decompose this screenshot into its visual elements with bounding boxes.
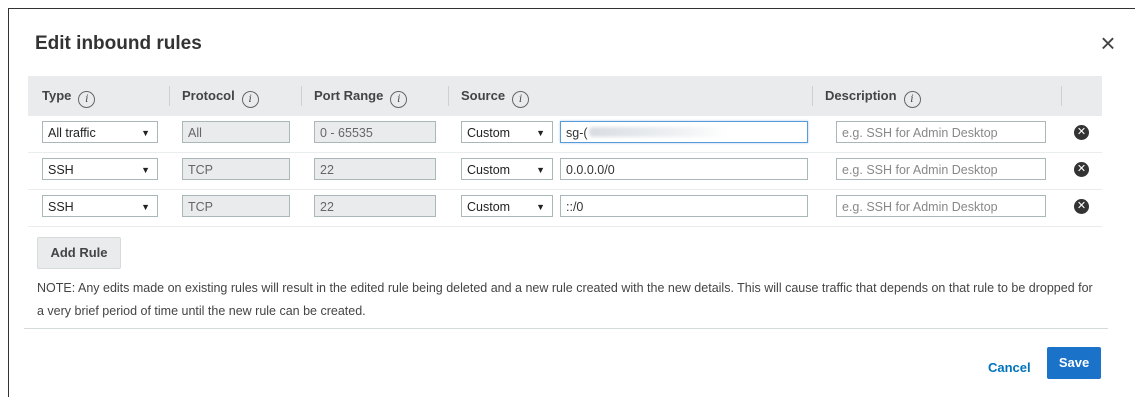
edit-warning-note: NOTE: Any edits made on existing rules w… bbox=[37, 281, 1093, 318]
add-rule-button[interactable]: Add Rule bbox=[37, 237, 121, 269]
source-type-value: Custom bbox=[467, 200, 511, 214]
column-divider bbox=[448, 86, 449, 106]
column-divider bbox=[812, 86, 813, 106]
close-icon[interactable]: × bbox=[1097, 30, 1119, 56]
type-select[interactable]: SSH ▼ bbox=[42, 158, 158, 180]
port-range-field: 22 bbox=[314, 158, 436, 180]
column-source-label: Source bbox=[461, 88, 506, 103]
remove-rule-icon[interactable]: ✕ bbox=[1074, 125, 1089, 140]
protocol-field: TCP bbox=[182, 158, 290, 180]
info-icon[interactable]: i bbox=[241, 91, 259, 108]
source-type-value: Custom bbox=[467, 126, 511, 140]
dialog-title: Edit inbound rules bbox=[35, 33, 202, 54]
rule-row: SSH ▼ TCP 22 Custom ▼ ::/0 e.g. SSH for … bbox=[28, 190, 1102, 227]
source-type-select[interactable]: Custom ▼ bbox=[461, 195, 553, 217]
table-header: Type i Protocol i Port Range i Source i Desc… bbox=[28, 76, 1102, 116]
rules-table: Type i Protocol i Port Range i Source i Desc… bbox=[28, 76, 1102, 227]
rule-row: SSH ▼ TCP 22 Custom ▼ 0.0.0.0/0 e.g. SSH… bbox=[28, 153, 1102, 190]
chevron-down-icon: ▼ bbox=[141, 128, 150, 138]
rule-row: All traffic ▼ All 0 - 65535 Custom ▼ sg-… bbox=[28, 116, 1102, 153]
source-input[interactable]: ::/0 bbox=[560, 195, 808, 217]
info-icon[interactable]: i bbox=[78, 91, 96, 108]
column-protocol-label: Protocol bbox=[182, 88, 235, 103]
info-icon[interactable]: i bbox=[390, 91, 408, 108]
column-type-label: Type bbox=[42, 88, 72, 103]
protocol-field: TCP bbox=[182, 195, 290, 217]
chevron-down-icon: ▼ bbox=[536, 165, 545, 175]
info-icon[interactable]: i bbox=[903, 91, 921, 108]
column-type: Type i bbox=[42, 76, 96, 116]
column-port-range-label: Port Range bbox=[314, 88, 384, 103]
source-type-value: Custom bbox=[467, 163, 511, 177]
description-input[interactable]: e.g. SSH for Admin Desktop bbox=[836, 195, 1046, 217]
port-range-field: 0 - 65535 bbox=[314, 121, 436, 143]
remove-rule-icon[interactable]: ✕ bbox=[1074, 162, 1089, 177]
column-description: Description i bbox=[825, 76, 921, 116]
column-port-range: Port Range i bbox=[314, 76, 408, 116]
protocol-field: All bbox=[182, 121, 290, 143]
chevron-down-icon: ▼ bbox=[141, 165, 150, 175]
remove-rule-icon[interactable]: ✕ bbox=[1074, 199, 1089, 214]
type-select[interactable]: All traffic ▼ bbox=[42, 121, 158, 143]
description-input[interactable]: e.g. SSH for Admin Desktop bbox=[836, 121, 1046, 143]
redacted-region bbox=[589, 127, 729, 137]
info-icon[interactable]: i bbox=[512, 91, 530, 108]
source-input-value: sg-( bbox=[566, 126, 588, 140]
column-description-label: Description bbox=[825, 88, 897, 103]
cancel-button[interactable]: Cancel bbox=[988, 360, 1031, 375]
type-select-value: SSH bbox=[48, 200, 74, 214]
column-divider bbox=[1061, 86, 1062, 106]
footer-divider bbox=[24, 328, 1108, 329]
source-input[interactable]: sg-( bbox=[560, 121, 808, 143]
column-source: Source i bbox=[461, 76, 530, 116]
source-type-select[interactable]: Custom ▼ bbox=[461, 121, 553, 143]
source-input[interactable]: 0.0.0.0/0 bbox=[560, 158, 808, 180]
type-select[interactable]: SSH ▼ bbox=[42, 195, 158, 217]
port-range-field: 22 bbox=[314, 195, 436, 217]
description-input[interactable]: e.g. SSH for Admin Desktop bbox=[836, 158, 1046, 180]
type-select-value: SSH bbox=[48, 163, 74, 177]
save-button[interactable]: Save bbox=[1047, 347, 1101, 379]
chevron-down-icon: ▼ bbox=[141, 202, 150, 212]
column-divider bbox=[301, 86, 302, 106]
column-divider bbox=[169, 86, 170, 106]
type-select-value: All traffic bbox=[48, 126, 96, 140]
chevron-down-icon: ▼ bbox=[536, 128, 545, 138]
chevron-down-icon: ▼ bbox=[536, 202, 545, 212]
column-protocol: Protocol i bbox=[182, 76, 259, 116]
source-type-select[interactable]: Custom ▼ bbox=[461, 158, 553, 180]
